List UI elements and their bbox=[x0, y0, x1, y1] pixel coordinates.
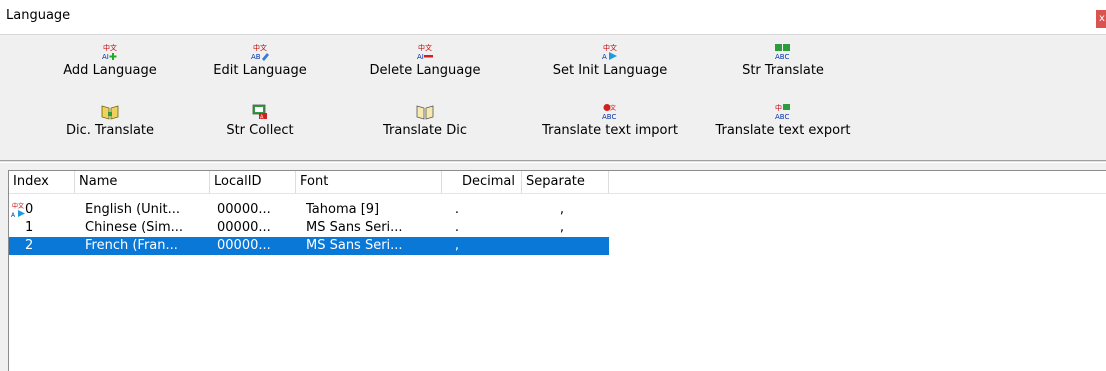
svg-text:A: A bbox=[260, 115, 264, 121]
column-header-font[interactable]: Font bbox=[296, 171, 442, 193]
grid-header: Index Name LocalID Font Decimal Separate bbox=[9, 171, 1106, 194]
translate-text-import-button[interactable]: 文 ABC Translate text import bbox=[530, 103, 690, 143]
set-init-language-button[interactable]: 中文 A Set Init Language bbox=[530, 43, 690, 83]
svg-text:ABC: ABC bbox=[775, 113, 789, 121]
translate-text-import-label: Translate text import bbox=[542, 123, 678, 138]
svg-text:中文: 中文 bbox=[103, 43, 117, 52]
str-translate-label: Str Translate bbox=[742, 63, 824, 78]
translate-text-import-icon: 文 ABC bbox=[602, 104, 616, 121]
title-bar: Language x bbox=[0, 0, 1106, 35]
column-header-localid[interactable]: LocalID bbox=[210, 171, 296, 193]
close-button[interactable]: x bbox=[1096, 10, 1106, 28]
svg-text:中文: 中文 bbox=[418, 43, 432, 52]
str-translate-button[interactable]: ABC Str Translate bbox=[703, 43, 863, 83]
table-row-selected[interactable]: 2 French (Fran... 00000... MS Sans Seri.… bbox=[9, 237, 609, 255]
column-header-index[interactable]: Index bbox=[9, 171, 75, 193]
cell-decimal: . bbox=[454, 202, 460, 217]
cell-separate: , bbox=[559, 220, 565, 235]
svg-text:AI: AI bbox=[102, 53, 109, 61]
svg-text:文: 文 bbox=[610, 104, 616, 112]
cell-name: Chinese (Sim... bbox=[85, 220, 184, 235]
cell-font: MS Sans Seri... bbox=[306, 238, 403, 253]
table-row[interactable]: 中文 A 0 English (Unit... 00000... Tahoma … bbox=[9, 201, 609, 219]
translate-text-export-button[interactable]: 中 ABC Translate text export bbox=[703, 103, 863, 143]
cell-index: 0 bbox=[25, 202, 34, 217]
column-header-separate[interactable]: Separate bbox=[522, 171, 609, 193]
svg-text:ABC: ABC bbox=[775, 53, 789, 61]
svg-text:AB: AB bbox=[251, 53, 261, 61]
str-collect-label: Str Collect bbox=[226, 123, 294, 138]
cell-index: 1 bbox=[25, 220, 34, 235]
cell-font: MS Sans Seri... bbox=[306, 220, 403, 235]
dic-translate-label: Dic. Translate bbox=[65, 123, 155, 138]
cell-localid: 00000... bbox=[217, 220, 271, 235]
translate-text-export-label: Translate text export bbox=[715, 123, 851, 138]
edit-language-label: Edit Language bbox=[213, 63, 307, 78]
svg-text:中: 中 bbox=[775, 103, 782, 112]
delete-language-icon: 中文 AI bbox=[417, 43, 433, 61]
language-window: Language x 中文 AI Add Language 中文 AB Edit… bbox=[0, 0, 1106, 371]
cell-localid: 00000... bbox=[217, 238, 271, 253]
translate-dic-icon bbox=[416, 105, 434, 120]
edit-language-button[interactable]: 中文 AB Edit Language bbox=[180, 43, 340, 83]
close-icon: x bbox=[1099, 13, 1105, 24]
svg-text:ABC: ABC bbox=[602, 113, 616, 121]
cell-name: English (Unit... bbox=[85, 202, 181, 217]
svg-text:A: A bbox=[602, 53, 607, 61]
str-translate-icon: ABC bbox=[775, 44, 790, 61]
str-collect-icon: A bbox=[252, 104, 267, 121]
cell-name: French (Fran... bbox=[85, 238, 178, 253]
translate-dic-label: Translate Dic bbox=[383, 123, 467, 138]
cell-separate bbox=[537, 237, 587, 255]
set-init-language-icon: 中文 A bbox=[602, 43, 617, 61]
window-title: Language bbox=[6, 8, 71, 23]
translate-text-export-icon: 中 ABC bbox=[775, 103, 790, 121]
str-collect-button[interactable]: A Str Collect bbox=[180, 103, 340, 143]
svg-text:AI: AI bbox=[417, 53, 424, 61]
column-header-decimal[interactable]: Decimal bbox=[442, 171, 522, 193]
edit-language-icon: 中文 AB bbox=[251, 43, 269, 61]
set-init-language-label: Set Init Language bbox=[552, 63, 668, 78]
column-header-name[interactable]: Name bbox=[75, 171, 210, 193]
svg-text:中文: 中文 bbox=[603, 43, 617, 52]
cell-decimal: , bbox=[454, 238, 460, 253]
toolbar: 中文 AI Add Language 中文 AB Edit Language 中… bbox=[0, 35, 1106, 160]
svg-text:A: A bbox=[11, 212, 16, 218]
toolbar-separator bbox=[0, 160, 1106, 163]
cell-separate: , bbox=[559, 202, 565, 217]
delete-language-button[interactable]: 中文 AI Delete Language bbox=[345, 43, 505, 83]
language-grid[interactable]: Index Name LocalID Font Decimal Separate… bbox=[8, 170, 1106, 371]
cell-index: 2 bbox=[25, 238, 34, 253]
translate-dic-button[interactable]: Translate Dic bbox=[345, 103, 505, 143]
add-language-button[interactable]: 中文 AI Add Language bbox=[30, 43, 190, 83]
table-row[interactable]: 1 Chinese (Sim... 00000... MS Sans Seri.… bbox=[9, 219, 609, 237]
dic-translate-icon bbox=[101, 105, 119, 120]
cell-decimal: . bbox=[454, 220, 460, 235]
svg-text:中文: 中文 bbox=[253, 43, 267, 52]
add-language-label: Add Language bbox=[63, 63, 157, 78]
dic-translate-button[interactable]: Dic. Translate bbox=[30, 103, 190, 143]
add-language-icon: 中文 AI bbox=[102, 43, 117, 61]
cell-font: Tahoma [9] bbox=[306, 202, 380, 217]
delete-language-label: Delete Language bbox=[369, 63, 481, 78]
cell-localid: 00000... bbox=[217, 202, 271, 217]
